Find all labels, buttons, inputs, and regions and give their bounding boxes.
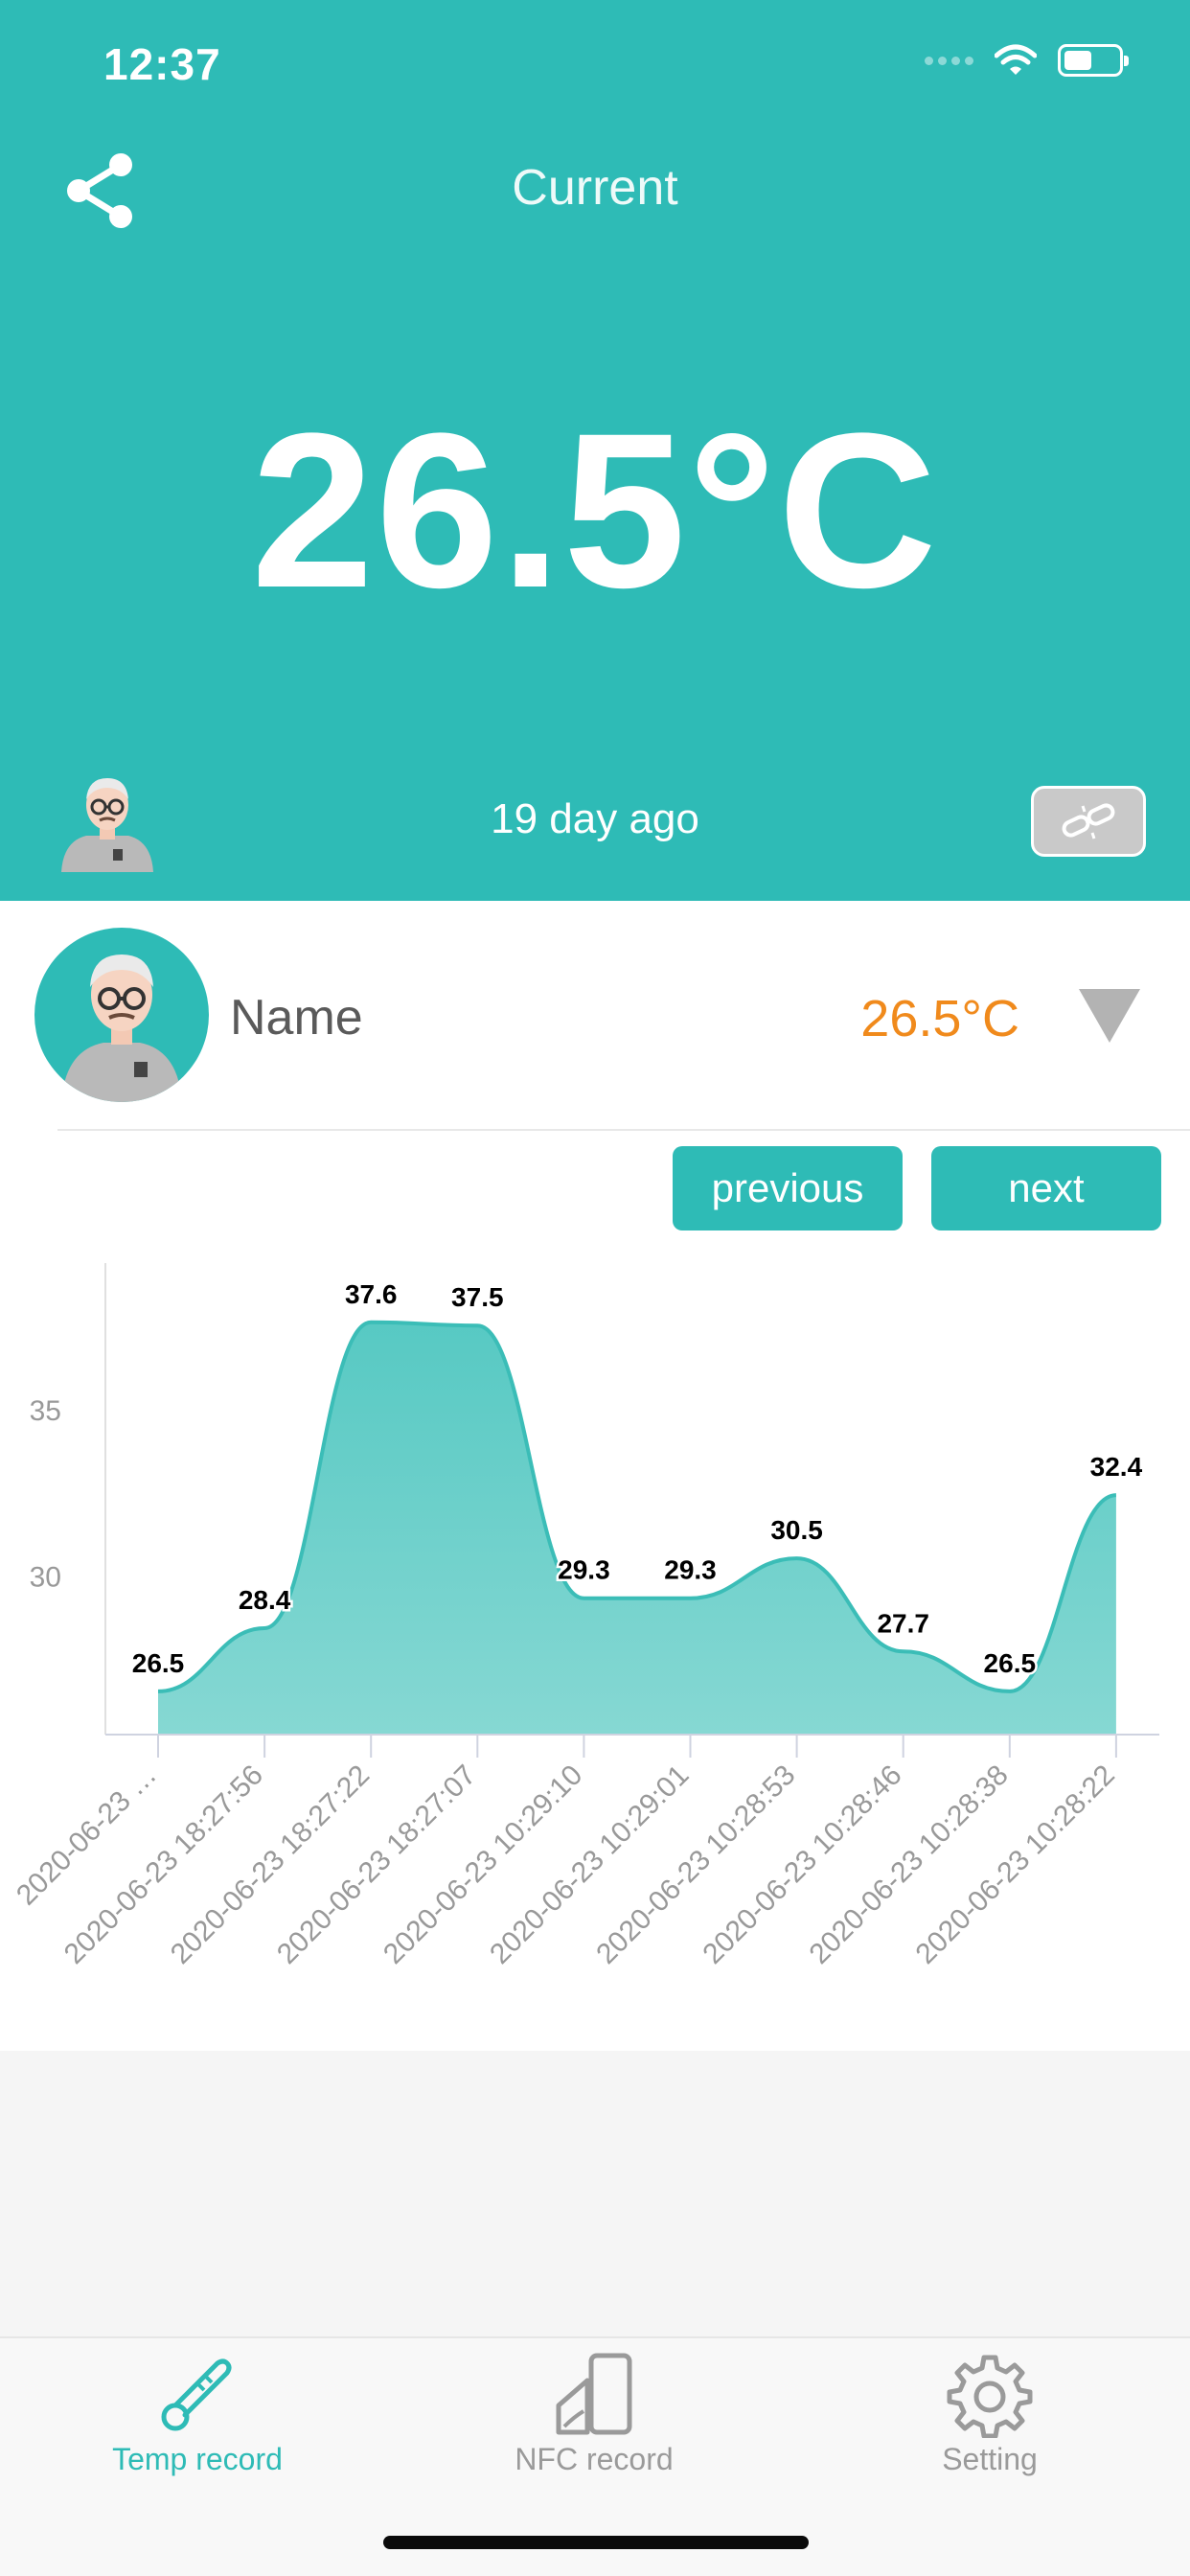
last-updated-time: 19 day ago	[491, 795, 699, 842]
current-temperature: 26.5°C	[251, 387, 939, 633]
profile-temperature: 26.5°C	[860, 990, 1019, 1047]
tab-temp-record[interactable]: Temp record	[73, 2352, 322, 2477]
profile-avatar[interactable]	[34, 928, 209, 1102]
current-temperature-header: 12:37 Current 26.5°C 19 day ago	[0, 0, 1190, 901]
y-tick-label: 35	[30, 1395, 61, 1427]
x-tick-label: 2020-06-23 10:29:10	[378, 1760, 588, 1970]
data-label: 26.5	[132, 1648, 185, 1678]
x-tick-label: 2020-06-23 10:28:46	[697, 1760, 907, 1970]
gear-icon	[947, 2355, 1033, 2438]
status-time: 12:37	[103, 39, 221, 89]
page-title: Current	[512, 160, 678, 216]
data-label: 37.6	[345, 1279, 398, 1309]
status-icons	[925, 44, 1129, 77]
unlink-icon	[1062, 803, 1115, 840]
profile-name: Name	[230, 990, 363, 1046]
dropdown-arrow-icon[interactable]	[1079, 989, 1140, 1043]
x-tick-label: 2020-06-23 10:28:22	[910, 1760, 1121, 1970]
x-tick-label: 2020-06-23 10:28:53	[590, 1760, 801, 1970]
home-indicator	[383, 2536, 809, 2549]
next-button[interactable]: next	[931, 1146, 1161, 1230]
battery-icon	[1058, 44, 1129, 77]
data-label: 28.4	[239, 1585, 291, 1615]
data-label: 37.5	[451, 1282, 504, 1312]
tab-setting[interactable]: Setting	[865, 2352, 1114, 2477]
chart-area-fill	[158, 1322, 1116, 1735]
avatar-icon	[61, 954, 182, 1102]
tab-nfc-record-label: NFC record	[515, 2442, 674, 2476]
signal-dots-icon	[925, 56, 973, 65]
data-label: 29.3	[558, 1555, 610, 1585]
x-tick-label: 2020-06-23 18:27:07	[271, 1760, 482, 1970]
y-tick-label: 30	[30, 1561, 61, 1593]
previous-button[interactable]: previous	[673, 1146, 903, 1230]
tab-temp-record-label: Temp record	[112, 2442, 283, 2476]
profile-card: Name 26.5°C previous next 35 30 2020-06-23…	[0, 901, 1190, 2051]
nfc-card-icon	[556, 2353, 632, 2435]
data-label: 26.5	[984, 1648, 1037, 1678]
x-tick-label: 2020-06-23 10:29:01	[484, 1760, 695, 1970]
data-label: 27.7	[877, 1608, 929, 1638]
data-label: 32.4	[1090, 1452, 1143, 1482]
temperature-chart: 35302020-06-23 …2020-06-23 18:27:562020-…	[11, 1263, 1159, 1970]
divider	[57, 1129, 1190, 1131]
wifi-icon	[995, 44, 1037, 75]
tab-setting-label: Setting	[942, 2442, 1038, 2476]
data-label: 29.3	[664, 1555, 717, 1585]
x-tick-label: 2020-06-23 18:27:22	[165, 1760, 376, 1970]
tab-nfc-record[interactable]: NFC record	[469, 2352, 719, 2477]
thermometer-icon	[161, 2358, 232, 2431]
data-label: 30.5	[770, 1515, 823, 1545]
x-tick-label: 2020-06-23 18:27:56	[58, 1760, 269, 1970]
x-tick-label: 2020-06-23 10:28:38	[803, 1760, 1014, 1970]
unlink-button[interactable]	[1031, 786, 1146, 857]
